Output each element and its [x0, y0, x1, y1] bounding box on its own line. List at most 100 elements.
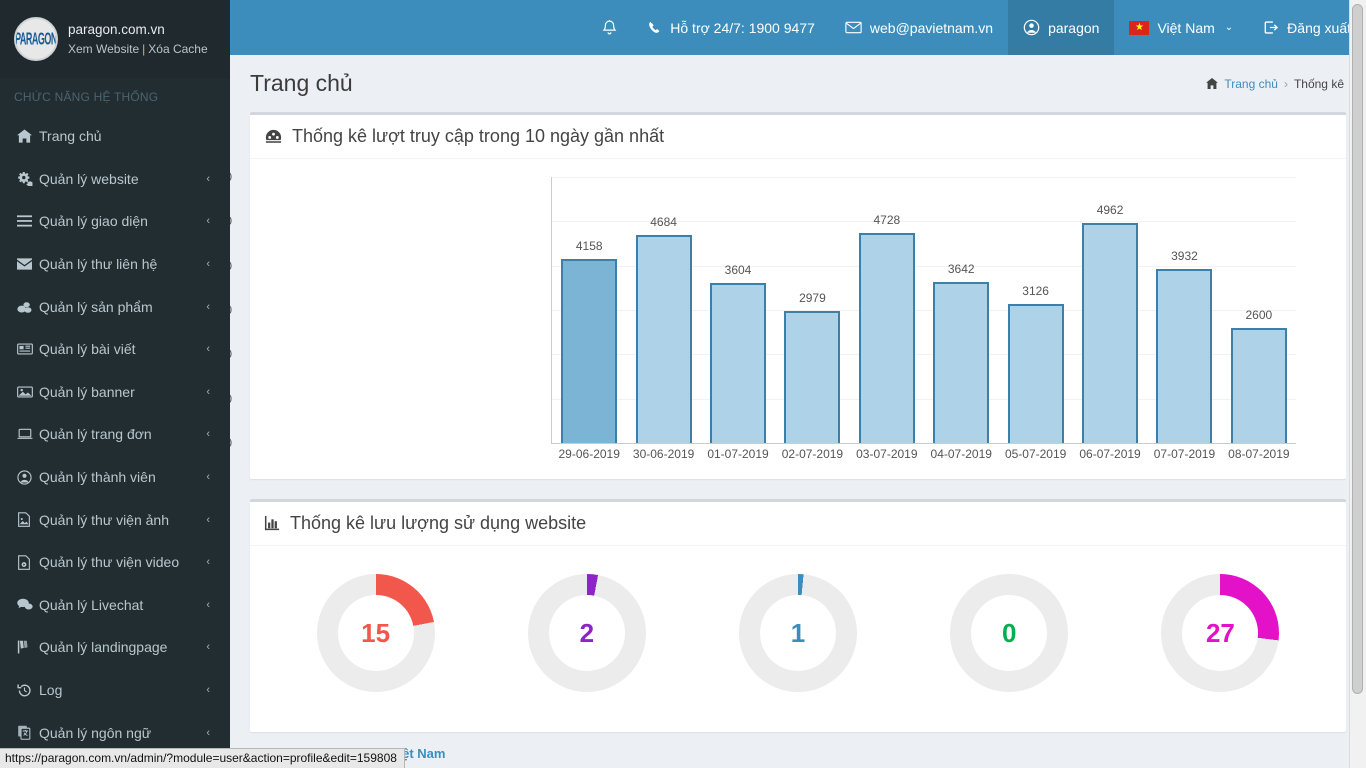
bar-8[interactable] [1156, 268, 1213, 443]
support-phone-label: Hỗ trợ 24/7: 1900 9477 [670, 19, 815, 36]
bar-6[interactable] [1007, 304, 1064, 443]
language-selector[interactable]: ★ Việt Nam ⌄ [1114, 0, 1248, 55]
scrollbar-thumb[interactable] [1352, 4, 1363, 694]
sidebar-item-label: Quản lý website [39, 170, 139, 187]
x-tick-label: 08-07-2019 [1228, 447, 1290, 461]
sidebar-item-7[interactable]: Quản lý trang đơn ‹ [0, 413, 230, 456]
sidebar-item-label: Quản lý trang đơn [39, 426, 152, 443]
bar-slot[interactable]: 4728 [850, 177, 924, 443]
donut-row: 15 2 1 0 27 [260, 556, 1336, 722]
hamburger-icon[interactable] [230, 0, 282, 55]
chart-bars: 4158 4684 3604 2979 4728 3642 3126 4962 3932 2600 [552, 177, 1296, 443]
bar-4[interactable] [858, 233, 915, 443]
bar-slot[interactable]: 4684 [626, 177, 700, 443]
user-circle-icon [1023, 19, 1040, 36]
sidebar-item-10[interactable]: Quản lý thư viện video ‹ [0, 541, 230, 584]
user-circle-icon [17, 469, 39, 485]
chevron-left-icon: ‹ [206, 684, 210, 697]
sidebar-item-9[interactable]: Quản lý thư viện ảnh ‹ [0, 498, 230, 541]
x-tick-label: 29-06-2019 [558, 447, 620, 461]
chevron-left-icon: ‹ [206, 641, 210, 654]
chevron-left-icon: ‹ [206, 471, 210, 484]
chart-plot-area: 4158 4684 3604 2979 4728 3642 3126 4962 3932 2600 [552, 177, 1296, 443]
traffic-panel-header: Thống kê lưu lượng sử dụng website [250, 502, 1346, 546]
sidebar-item-13[interactable]: Log ‹ [0, 669, 230, 712]
chevron-down-icon: ⌄ [1224, 22, 1234, 33]
donut-hole: 0 [971, 595, 1048, 671]
bar-slot[interactable]: 2979 [775, 177, 849, 443]
sidebar-item-label: Quản lý giao diện [39, 213, 148, 230]
donut-value: 15 [361, 617, 391, 648]
bar-0[interactable] [561, 258, 618, 443]
comments-icon [17, 598, 39, 611]
bar-2[interactable] [710, 283, 767, 443]
bar-slot[interactable]: 4962 [1073, 177, 1147, 443]
support-email-item[interactable]: web@pavietnam.vn [830, 0, 1008, 55]
donut-hole: 27 [1182, 595, 1259, 671]
chevron-left-icon: ‹ [206, 300, 210, 313]
visits-panel-title: Thống kê lượt truy cập trong 10 ngày gần… [292, 126, 665, 146]
clear-cache-link[interactable]: Xóa Cache [148, 42, 207, 56]
y-tick-label: 6000 [230, 170, 232, 184]
support-phone-item[interactable]: Hỗ trợ 24/7: 1900 9477 [633, 0, 830, 55]
file-image-icon [17, 512, 39, 527]
donut-cell-3: 1 [692, 574, 903, 692]
user-menu-button[interactable]: paragon [1008, 0, 1115, 55]
bar-3[interactable] [784, 310, 841, 443]
x-tick-label: 01-07-2019 [707, 447, 769, 461]
image-icon [17, 386, 39, 398]
bar-slot[interactable]: 3126 [998, 177, 1072, 443]
sidebar-item-6[interactable]: Quản lý banner ‹ [0, 371, 230, 414]
sidebar-item-12[interactable]: Quản lý landingpage ‹ [0, 626, 230, 669]
sidebar-item-3[interactable]: Quản lý thư liên hệ ‹ [0, 243, 230, 286]
sidebar-item-8[interactable]: Quản lý thành viên ‹ [0, 456, 230, 499]
donut-cell-2: 2 [481, 574, 692, 692]
site-logo: PARAGON [14, 17, 58, 61]
sidebar-item-5[interactable]: Quản lý bài viết ‹ [0, 328, 230, 371]
sidebar-item-label: Quản lý thành viên [39, 469, 156, 486]
support-email-label: web@pavietnam.vn [869, 19, 994, 36]
x-tick-label: 02-07-2019 [781, 447, 844, 461]
donut-3[interactable]: 1 [739, 574, 857, 692]
donut-1[interactable]: 15 [316, 574, 435, 692]
bar-9[interactable] [1230, 327, 1287, 443]
bar-value-label: 3126 [1022, 284, 1049, 299]
x-tick-label: 06-07-2019 [1079, 447, 1141, 461]
status-bar-url: https://paragon.com.vn/admin/?module=use… [0, 748, 405, 768]
newspaper-icon [17, 343, 39, 355]
bar-7[interactable] [1082, 223, 1139, 443]
brand-block[interactable]: PARAGON paragon.com.vn Xem Website | Xóa C… [0, 0, 230, 78]
sidebar-item-11[interactable]: Quản lý Livechat ‹ [0, 584, 230, 627]
donut-2[interactable]: 2 [527, 574, 646, 692]
bar-slot[interactable]: 3932 [1147, 177, 1221, 443]
history-icon [17, 683, 39, 698]
sidebar-item-label: Log [39, 682, 63, 699]
visits-bar-chart[interactable]: 4158 4684 3604 2979 4728 3642 3126 4962 3932 2600… [230, 169, 1336, 469]
bar-1[interactable] [635, 235, 692, 443]
language-icon [17, 725, 39, 740]
notifications-button[interactable] [586, 0, 633, 55]
page-header: Trang chủ Trang chủ › Thống kê [230, 55, 1366, 112]
chevron-left-icon: ‹ [206, 215, 210, 228]
bar-5[interactable] [933, 281, 990, 443]
sidebar-item-0[interactable]: Trang chủ [0, 115, 230, 158]
language-label: Việt Nam [1157, 19, 1215, 36]
sidebar-item-label: Trang chủ [39, 128, 102, 145]
envelope-icon [17, 258, 39, 270]
bar-slot[interactable]: 3642 [924, 177, 998, 443]
sidebar-item-label: Quản lý thư liên hệ [39, 256, 158, 273]
donut-4[interactable]: 0 [950, 574, 1069, 692]
x-axis-line [551, 443, 1296, 444]
donut-5[interactable]: 27 [1161, 574, 1280, 692]
bar-slot[interactable]: 2600 [1222, 177, 1296, 443]
sidebar-item-2[interactable]: Quản lý giao diện ‹ [0, 200, 230, 243]
y-tick-label: 5000 [230, 214, 232, 228]
breadcrumb-item-home[interactable]: Trang chủ [1224, 77, 1278, 91]
sidebar-item-1[interactable]: Quản lý website ‹ [0, 158, 230, 201]
sidebar-item-4[interactable]: Quản lý sản phẩm ‹ [0, 285, 230, 328]
x-tick-label: 07-07-2019 [1153, 447, 1216, 461]
bar-slot[interactable]: 3604 [701, 177, 775, 443]
bar-slot[interactable]: 4158 [552, 177, 626, 443]
view-website-link[interactable]: Xem Website [68, 42, 139, 56]
page-scrollbar[interactable] [1349, 0, 1366, 768]
